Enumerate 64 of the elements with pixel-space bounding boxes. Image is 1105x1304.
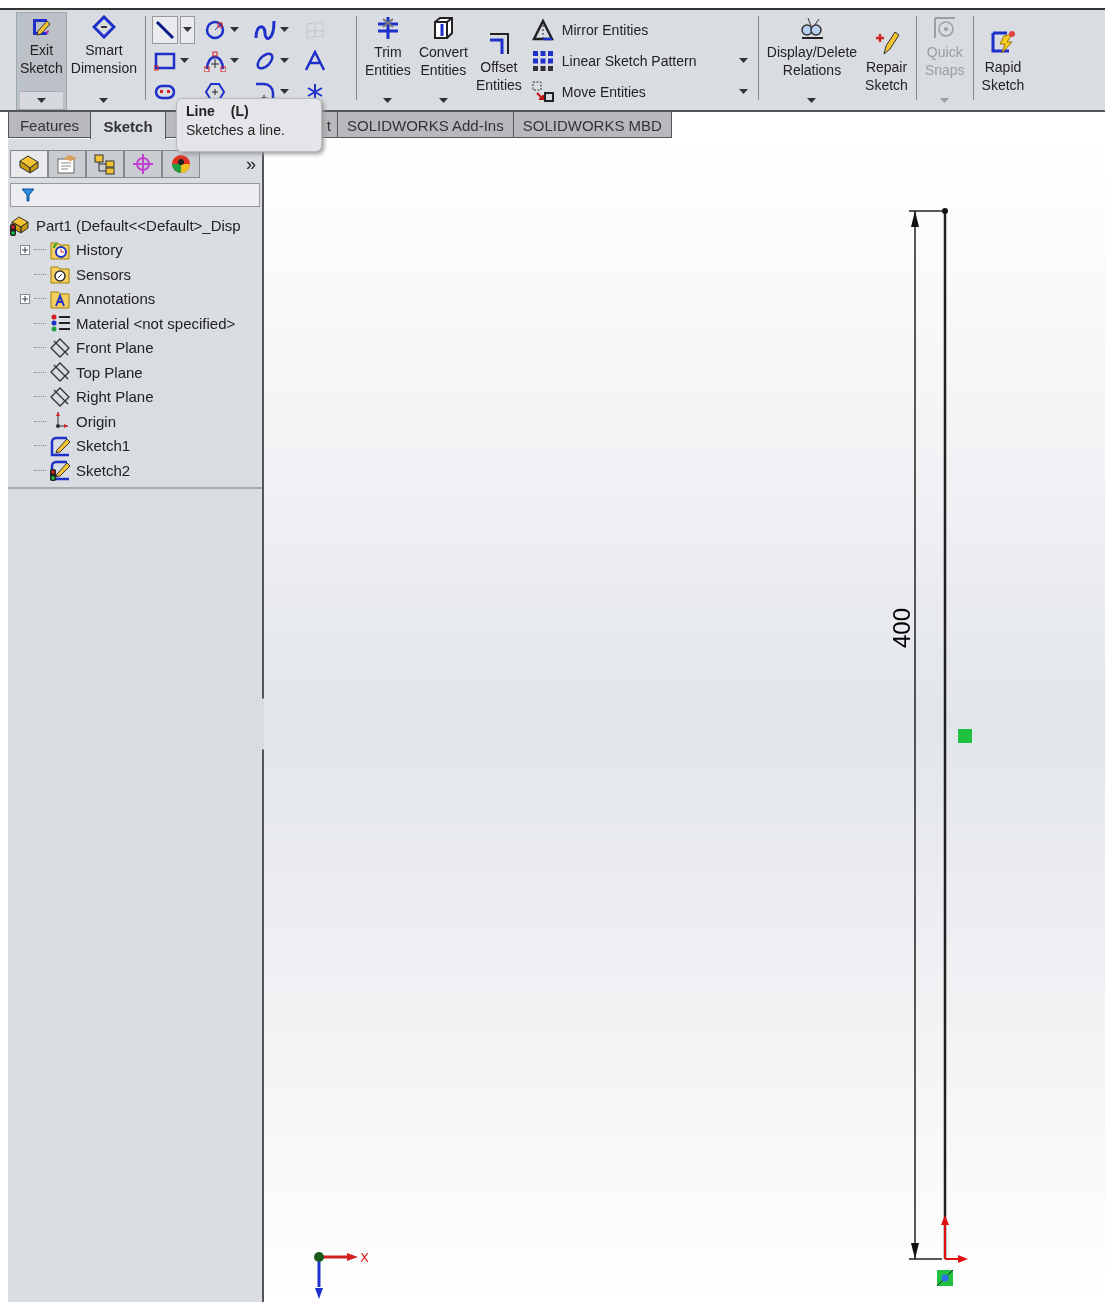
diamond-icon xyxy=(91,15,116,39)
tree-item[interactable]: Sketch1 xyxy=(76,437,131,455)
line-icon xyxy=(153,18,176,41)
toolbar-button[interactable]: Offset Entities xyxy=(471,12,526,110)
color-ball-icon xyxy=(169,153,193,175)
tab[interactable]: Features xyxy=(8,112,91,138)
toolbar-button[interactable]: Rapid Sketch xyxy=(977,12,1029,110)
toolbar-button[interactable]: Repair Sketch xyxy=(861,12,912,110)
tab[interactable]: Sketch xyxy=(90,112,166,139)
axis-label: X xyxy=(360,1250,369,1265)
tooltip-title: Line xyxy=(186,103,215,119)
tree-item[interactable]: Sketch2 xyxy=(76,461,131,479)
toolbar-button[interactable]: Display/Delete Relations xyxy=(762,12,862,110)
tool-button[interactable] xyxy=(151,15,178,44)
glasses-icon xyxy=(798,15,825,41)
expand-button[interactable]: » xyxy=(246,153,256,175)
dimension-value[interactable]: 400 xyxy=(888,608,915,648)
tree-item[interactable]: Front Plane xyxy=(76,339,154,357)
crosshair-icon xyxy=(131,153,155,175)
arc-icon xyxy=(203,49,226,72)
property-icon xyxy=(55,153,79,175)
tooltip-text: Sketches a line. xyxy=(186,122,286,138)
spline-icon xyxy=(253,18,276,41)
toolbar-button[interactable]: Exit Sketch xyxy=(16,12,67,110)
shortcut-text: (L) xyxy=(230,103,249,119)
expand-icon[interactable] xyxy=(20,293,30,304)
panel-tab[interactable] xyxy=(162,150,200,178)
mesh-icon xyxy=(303,18,326,41)
axis-triad xyxy=(314,1252,358,1299)
triangle-icon xyxy=(531,18,554,41)
tree-item[interactable]: Top Plane xyxy=(76,363,143,381)
panel-tab[interactable] xyxy=(10,150,48,178)
parts-icon xyxy=(17,153,41,175)
move-icon xyxy=(531,80,554,103)
tree-item[interactable]: Material <not specified> xyxy=(76,314,236,332)
menu-item[interactable]: Mirror Entities xyxy=(561,21,731,38)
toolbar-button[interactable]: Smart Dimension xyxy=(66,12,141,110)
grid-icon xyxy=(531,49,554,72)
target-icon xyxy=(931,15,958,41)
tree-item[interactable]: Part1 (Default<<Default>_Disp xyxy=(36,216,241,234)
panel-tab[interactable] xyxy=(86,150,124,178)
ellipse-icon xyxy=(253,49,276,72)
toolbar-button[interactable]: Convert Entities xyxy=(414,12,472,110)
filter-field[interactable] xyxy=(10,183,260,207)
filter-icon xyxy=(21,188,35,202)
origin-arrows xyxy=(941,1215,968,1263)
tab[interactable]: SOLIDWORKS MBD xyxy=(512,112,672,138)
menu-item[interactable]: Linear Sketch Pattern xyxy=(561,52,731,69)
tree-item[interactable]: Sensors xyxy=(76,265,132,283)
relation-marker xyxy=(958,729,972,743)
tree-item[interactable]: Right Plane xyxy=(76,388,154,406)
text-icon xyxy=(303,49,326,72)
pencil-icon xyxy=(873,30,900,56)
coincident-icon xyxy=(936,1269,954,1287)
tree-item[interactable]: History xyxy=(76,241,123,259)
lightning-icon xyxy=(990,30,1016,56)
tab[interactable]: SOLIDWORKS Add-Ins xyxy=(337,112,514,138)
toolbar-button[interactable]: Trim Entities xyxy=(360,12,415,110)
tree-item[interactable]: Origin xyxy=(76,412,116,430)
configuration-icon xyxy=(93,153,117,175)
menu-item[interactable]: Move Entities xyxy=(561,83,731,100)
tree-item[interactable]: Annotations xyxy=(76,290,156,308)
expand-icon[interactable] xyxy=(20,244,30,255)
circle-icon xyxy=(203,18,226,41)
